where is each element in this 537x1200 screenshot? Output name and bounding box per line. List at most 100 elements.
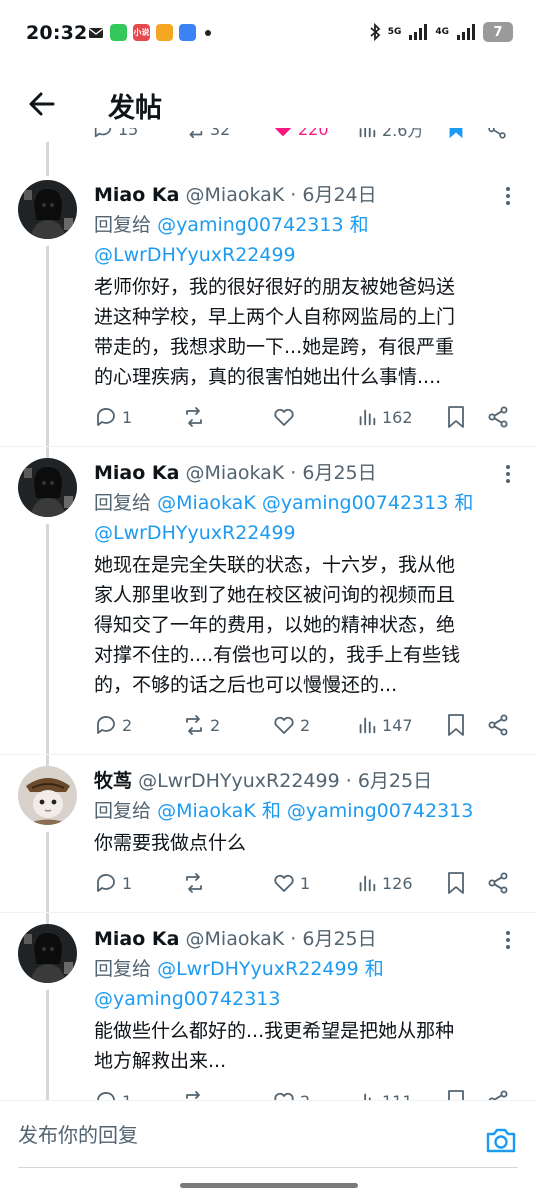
bookmark-filled-icon: [449, 128, 463, 139]
network-4g-label: 4G: [435, 27, 449, 37]
mention-link[interactable]: @yaming00742313: [94, 988, 280, 1010]
status-right: 5G 4G 7: [369, 22, 513, 42]
like-action[interactable]: 1: [272, 868, 310, 898]
display-name[interactable]: Miao Ka: [94, 462, 179, 484]
like-action[interactable]: 2: [272, 1086, 310, 1100]
reply-icon: [97, 408, 115, 426]
share-action[interactable]: [486, 868, 510, 898]
divider: [0, 754, 537, 755]
tweet-date[interactable]: 6月24日: [302, 184, 376, 206]
thread-line: [46, 990, 49, 1100]
reply-feed: 15 32 220 2.6万 Miao Ka @MiaokaK · 6月24日 …: [0, 128, 537, 1100]
text-line: 进这种学校，早上两个人自称网监局的上门: [94, 306, 456, 328]
reply-count: 1: [122, 1092, 132, 1101]
retweet-icon: [186, 873, 202, 893]
more-vertical-icon: [506, 931, 510, 949]
text-line: 带走的，我想求助一下...她是跨，有很严重: [94, 336, 455, 358]
reply-action[interactable]: 1: [94, 1086, 132, 1100]
reply-prefix: 回复给: [94, 492, 152, 514]
bookmark-icon: [448, 714, 464, 736]
avatar-image: [18, 180, 77, 239]
like-count: 2: [300, 715, 311, 735]
tweet-date[interactable]: 6月25日: [302, 928, 376, 950]
more-options-button[interactable]: [498, 184, 518, 208]
more-vertical-icon: [506, 187, 510, 205]
reply-action[interactable]: 15: [92, 128, 138, 144]
retweet-action[interactable]: 2: [182, 710, 220, 740]
like-action[interactable]: 2: [272, 710, 310, 740]
retweet-action[interactable]: [182, 868, 210, 898]
like-action[interactable]: 220: [272, 128, 329, 144]
tweet-actions: 2 2 2 147: [0, 710, 537, 740]
retweet-action[interactable]: [182, 1086, 210, 1100]
more-options-button[interactable]: [498, 462, 518, 486]
divider: [0, 912, 537, 913]
reply-action[interactable]: 1: [94, 402, 132, 432]
like-count: 1: [300, 873, 311, 893]
bookmark-action[interactable]: [446, 128, 466, 144]
reply-input[interactable]: 发布你的回复: [18, 1119, 138, 1148]
display-name[interactable]: Miao Ka: [94, 928, 179, 950]
text-line: 老师你好，我的很好很好的朋友被她爸妈送: [94, 276, 456, 298]
reply-action[interactable]: 1: [94, 868, 132, 898]
user-handle[interactable]: @LwrDHYyuxR22499: [138, 770, 340, 792]
views-action[interactable]: 162: [356, 402, 413, 432]
separator-dot: ·: [345, 770, 352, 792]
share-action[interactable]: [486, 1086, 510, 1100]
views-action[interactable]: 126: [356, 868, 413, 898]
avatar[interactable]: [18, 458, 77, 517]
user-handle[interactable]: @MiaokaK: [186, 928, 285, 950]
tweet-date[interactable]: 6月25日: [302, 462, 376, 484]
like-count: 2: [300, 1092, 310, 1101]
reply-to-line: 回复给 @LwrDHYyuxR22499 和 @yaming00742313: [94, 954, 514, 1014]
mention-link[interactable]: @yaming00742313 和: [157, 214, 369, 236]
bookmark-action[interactable]: [446, 402, 466, 432]
app-green-icon: [110, 24, 127, 41]
tweet-text: 她现在是完全失联的状态，十六岁，我从他 家人那里收到了她在校区被问询的视频而且 …: [94, 550, 524, 700]
mention-link[interactable]: @LwrDHYyuxR22499: [94, 244, 296, 266]
share-action[interactable]: [486, 128, 508, 144]
views-count: 2.6万: [382, 128, 424, 140]
heart-icon: [274, 408, 294, 426]
camera-button[interactable]: [484, 1123, 518, 1157]
retweet-count: 32: [210, 128, 231, 139]
reply-count: 1: [122, 873, 133, 893]
retweet-icon: [189, 130, 203, 139]
bookmark-action[interactable]: [446, 868, 466, 898]
mention-link[interactable]: @MiaokaK @yaming00742313 和: [157, 492, 473, 514]
display-name[interactable]: Miao Ka: [94, 184, 179, 206]
more-options-button[interactable]: [498, 928, 518, 952]
home-indicator[interactable]: [180, 1183, 358, 1188]
text-line: 的，不够的话之后也可以慢慢还的...: [94, 674, 398, 696]
back-button[interactable]: [24, 86, 60, 122]
tweet-date[interactable]: 6月25日: [358, 770, 432, 792]
signal-icon-2: [457, 24, 475, 40]
bookmark-icon: [448, 872, 464, 894]
bookmark-action[interactable]: [446, 1086, 466, 1100]
avatar[interactable]: [18, 180, 77, 239]
reply-icon: [97, 716, 115, 734]
retweet-action[interactable]: 32: [184, 128, 230, 144]
avatar[interactable]: [18, 766, 77, 825]
share-action[interactable]: [486, 710, 510, 740]
share-action[interactable]: [486, 402, 510, 432]
retweet-action[interactable]: [182, 402, 210, 432]
views-action[interactable]: 147: [356, 710, 413, 740]
divider: [0, 446, 537, 447]
reply-count: 15: [118, 128, 139, 139]
bookmark-action[interactable]: [446, 710, 466, 740]
user-handle[interactable]: @MiaokaK: [186, 184, 285, 206]
mention-link[interactable]: @MiaokaK 和 @yaming00742313: [157, 800, 473, 822]
views-action[interactable]: 111: [356, 1086, 413, 1100]
views-count: 126: [382, 873, 413, 893]
retweet-count: 2: [210, 715, 221, 735]
reply-action[interactable]: 2: [94, 710, 132, 740]
mention-link[interactable]: @LwrDHYyuxR22499 和: [157, 958, 384, 980]
mention-link[interactable]: @LwrDHYyuxR22499: [94, 522, 296, 544]
display-name[interactable]: 牧茑: [94, 770, 132, 792]
views-action[interactable]: 2.6万: [356, 128, 423, 144]
avatar[interactable]: [18, 924, 77, 983]
user-handle[interactable]: @MiaokaK: [186, 462, 285, 484]
signal-icon: [409, 24, 428, 40]
like-action[interactable]: [272, 402, 300, 432]
